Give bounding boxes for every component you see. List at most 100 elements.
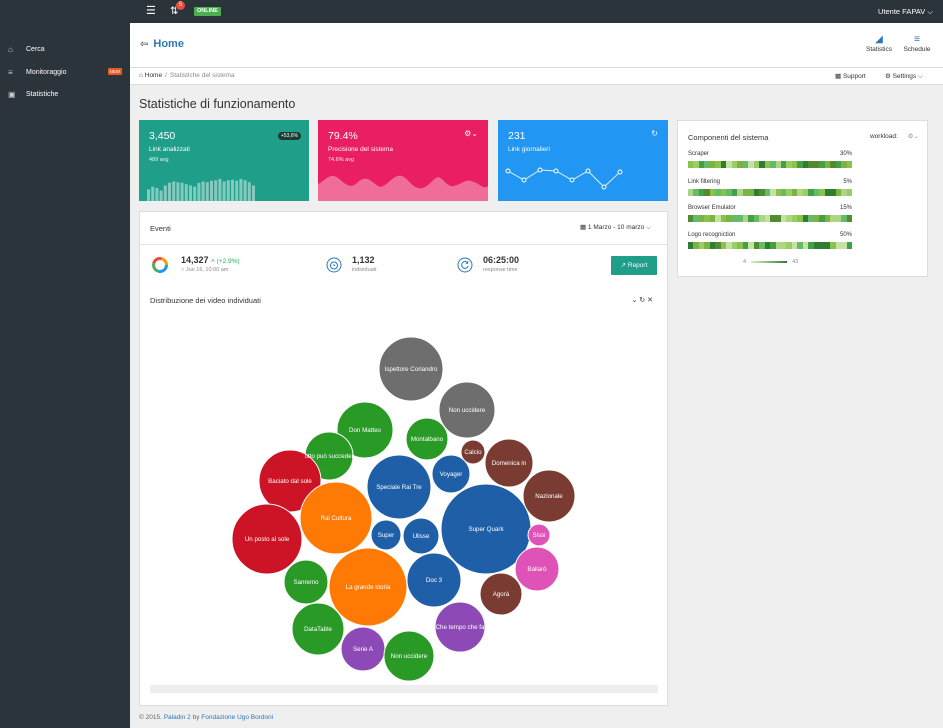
main-content: ⇦ Home ◢ Statistics ≡ Schedule ⌂ Home / St… xyxy=(130,23,943,728)
bubble-label: Baciato dal sole xyxy=(268,478,312,485)
bubble-label: Non uccidere xyxy=(391,653,428,660)
bubble-label: Speciale Rai Tre xyxy=(376,484,422,491)
bubble-label: Che tempo che fa xyxy=(436,624,485,631)
stat-tile-link-analizzati: 3,450 Link analizzati 489 avg +53,6% xyxy=(139,120,309,201)
online-status-badge: ONLINE xyxy=(194,7,221,16)
sidebar-item-cerca[interactable]: ⌂ Cerca xyxy=(8,42,122,56)
heat-cell xyxy=(846,161,853,168)
tile-bar xyxy=(222,181,226,201)
bubble-label: Don Matteo xyxy=(349,427,382,434)
bubble-label: Un posto al sole xyxy=(245,536,290,543)
tile-bar xyxy=(214,180,218,201)
component-heat-bar xyxy=(688,189,853,196)
signal-icon: ◢ xyxy=(875,34,883,45)
sidebar-item-statistiche[interactable]: ▣ Statistiche xyxy=(8,87,122,101)
component-name: Scraper xyxy=(688,151,710,157)
footer-copyright: © 2015. xyxy=(139,714,162,721)
support-link[interactable]: ▩ Support xyxy=(835,72,866,80)
tile-bar xyxy=(201,181,205,201)
breadcrumb-current: Statistiche del sistema xyxy=(169,72,235,79)
bubble-label: Doc 3 xyxy=(426,577,443,584)
tile-bar xyxy=(172,181,176,201)
tile-bar xyxy=(243,180,247,201)
componenti-title: Componenti del sistema xyxy=(688,133,769,142)
tile-bar xyxy=(159,190,163,201)
settings-dropdown[interactable]: ⚙ Settings ⌵ xyxy=(885,72,923,81)
stat-tile-link-giornalieri: 231 Link giornalieri ↻ xyxy=(498,120,668,201)
tile-bar xyxy=(163,185,167,201)
component-heat-bar xyxy=(688,242,853,249)
sidebar-item-label: Statistiche xyxy=(26,90,59,98)
heat-cell xyxy=(846,189,853,196)
tasks-icon: ≡ xyxy=(914,34,920,45)
tile-bar xyxy=(184,184,188,201)
list-icon: ≡ xyxy=(8,67,13,77)
footer-app-link[interactable]: Paladin 2 xyxy=(164,714,191,721)
page-header: ⇦ Home ◢ Statistics ≡ Schedule xyxy=(130,23,943,68)
breadcrumb-home[interactable]: ⌂ Home / Statistiche del sistema xyxy=(139,72,235,79)
sidebar-item-label: Cerca xyxy=(26,45,45,53)
bubble-label: Rai Cultura xyxy=(321,515,353,522)
tile-bar xyxy=(252,185,255,201)
footer-by: by xyxy=(192,714,200,721)
tile-bar xyxy=(151,186,155,201)
component-value: 5% xyxy=(843,179,852,185)
component-row-logo-recognition: Logo recogniction 50% xyxy=(688,232,853,249)
tile-bar xyxy=(218,178,222,201)
sidebar-item-label: Monitoraggio xyxy=(26,68,67,76)
bubble-label: Super xyxy=(378,532,395,539)
tile-bar xyxy=(147,189,150,201)
legend-max: 43 xyxy=(792,259,799,265)
bubble-label: Sanremo xyxy=(293,579,319,586)
user-menu[interactable]: Utente FAPAV ⌵ xyxy=(878,6,933,17)
tile-line-sparkline xyxy=(505,167,623,190)
component-row-link-filtering: Link filtering 5% xyxy=(688,179,853,196)
heat-legend: 4 43 xyxy=(743,259,798,265)
footer-org-link[interactable]: Fondazione Ugo Bordoni xyxy=(201,714,273,721)
tile-bar xyxy=(176,182,180,201)
menu-icon[interactable]: ☰ xyxy=(146,6,156,17)
sidebar-item-monitoraggio[interactable]: ≡ Monitoraggio NEW xyxy=(8,65,122,79)
heat-cell xyxy=(846,242,853,249)
statistics-button[interactable]: ◢ Statistics xyxy=(862,33,896,53)
bubble-label: Sissi xyxy=(532,532,545,539)
workload-dropdown[interactable]: workload: ⚙⌄ xyxy=(870,132,919,140)
horizontal-scrollbar[interactable] xyxy=(150,685,658,693)
bubble-label: Agorà xyxy=(493,591,510,598)
bubble-chart: Ispettore Coriandro Non uccidere Don Matte… xyxy=(231,336,576,682)
bubble-label: Serie A xyxy=(353,646,374,653)
support-label: Support xyxy=(842,73,866,80)
gear-dropdown-icon: ⚙⌄ xyxy=(907,133,919,140)
bubble-label: Super Quark xyxy=(468,526,504,533)
tile-bar xyxy=(226,180,230,201)
footer: © 2015. Paladin 2 by Fondazione Ugo Bord… xyxy=(139,714,273,721)
breadcrumb: ⌂ Home / Statistiche del sistema ▩ Support… xyxy=(130,68,943,85)
bubble-label: Montalbano xyxy=(411,436,444,443)
bubble-label: DataTable xyxy=(304,626,332,633)
bubble-label: Nazionale xyxy=(535,493,563,500)
monitor-icon: ▣ xyxy=(8,89,16,99)
component-name: Link filtering xyxy=(688,179,721,185)
schedule-button[interactable]: ≡ Schedule xyxy=(900,33,934,53)
statistics-button-label: Statistics xyxy=(865,46,892,53)
component-value: 15% xyxy=(839,205,852,211)
page-title: Statistiche di funzionamento xyxy=(139,97,296,111)
bubble-label: Voyager xyxy=(440,471,463,478)
tile-area-sparkline xyxy=(318,175,488,201)
bubble-label: Domenica in xyxy=(492,460,527,467)
bubble-label: Ulisse xyxy=(413,533,430,540)
back-circle-icon[interactable]: ⇦ xyxy=(140,39,148,50)
component-value: 30% xyxy=(839,151,852,157)
gear-icon: ⚙ xyxy=(885,73,891,80)
bubble-label: Ispettore Coriandro xyxy=(385,366,439,373)
page-header-title: ⇦ Home xyxy=(140,38,184,50)
component-heat-bar xyxy=(688,161,853,168)
component-name: Browser Emulator xyxy=(688,205,736,211)
tile-bar xyxy=(239,178,243,201)
tile-bar xyxy=(155,188,159,201)
tile-bar-sparkline xyxy=(147,178,255,201)
tile-bar xyxy=(168,182,171,201)
tile-bar xyxy=(193,186,197,201)
tile-bar xyxy=(210,180,213,201)
breadcrumb-home-label: Home xyxy=(144,72,163,79)
